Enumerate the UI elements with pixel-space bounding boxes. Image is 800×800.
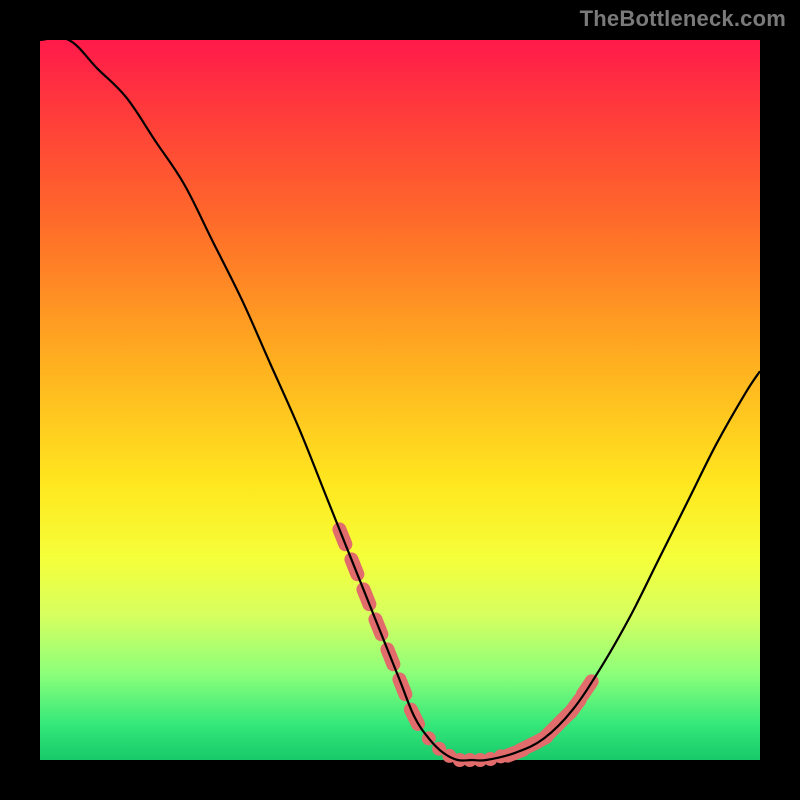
marker-layer xyxy=(330,520,601,767)
watermark-text: TheBottleneck.com xyxy=(580,6,786,32)
bottleneck-curve xyxy=(40,38,760,761)
plot-area xyxy=(40,40,760,760)
chart-frame: TheBottleneck.com xyxy=(0,0,800,800)
curve-svg xyxy=(40,40,760,760)
